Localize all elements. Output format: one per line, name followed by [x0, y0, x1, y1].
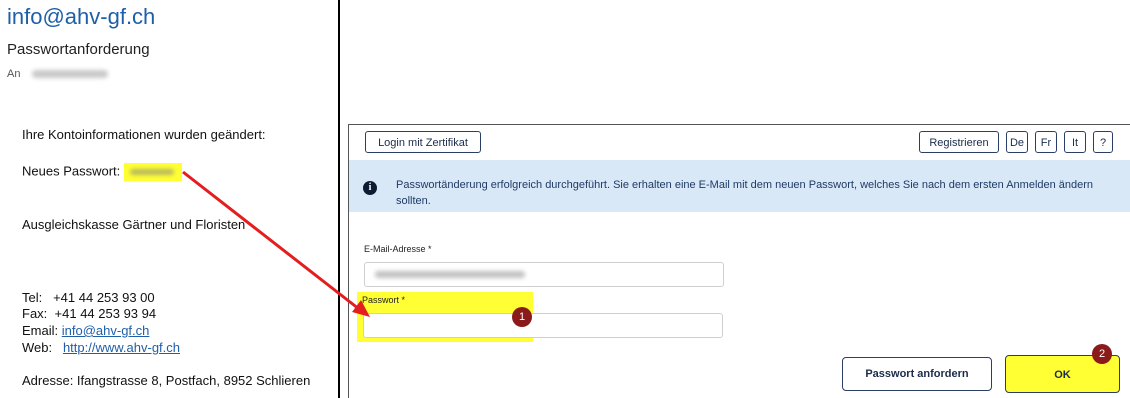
- arrow-head-icon: [352, 300, 370, 317]
- annotation-arrow: [182, 170, 370, 317]
- arrow-line: [182, 170, 360, 311]
